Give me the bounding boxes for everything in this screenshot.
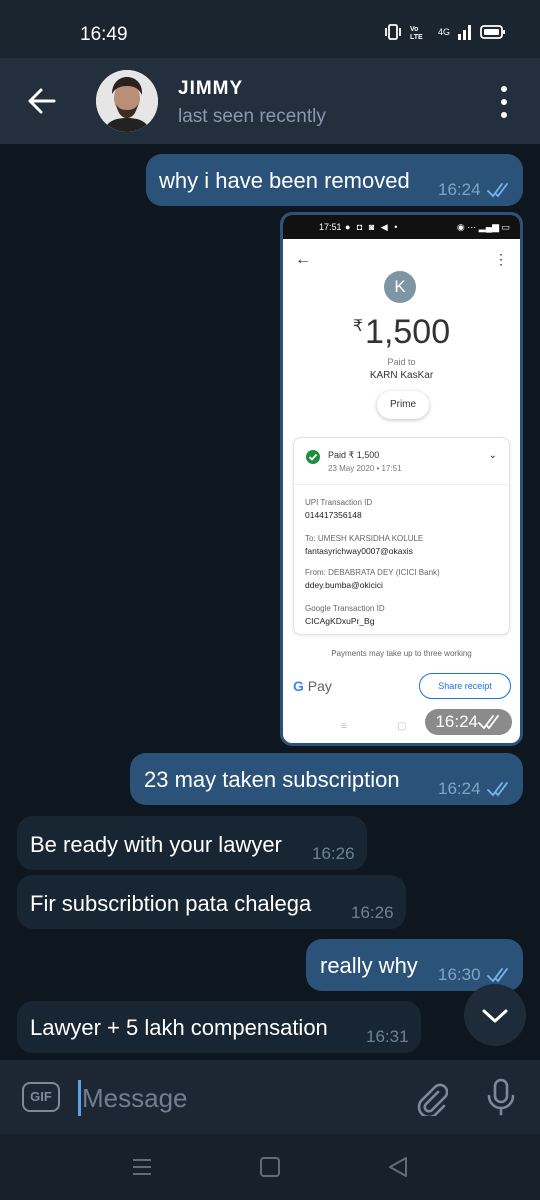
photo-time: 16:24 — [425, 709, 512, 735]
detail-key: Google Transaction ID — [305, 604, 385, 613]
voice-message-button[interactable] — [486, 1078, 516, 1116]
gpay-logo: G Pay — [293, 678, 332, 694]
avatar-image — [96, 70, 158, 132]
svg-text:Vo: Vo — [410, 26, 418, 33]
message-text: Be ready with your lawyer — [30, 832, 282, 857]
photo-message[interactable]: 17:51 ● ◘ ◙ ◀ • ◉ ⋯ ▂▄▆ ▭ ← ⋮ K ₹1,500 P… — [280, 212, 523, 746]
paperclip-icon — [417, 1083, 449, 1119]
transaction-card: Paid ₹ 1,500 23 May 2020 • 17:51 ⌄ UPI T… — [293, 437, 510, 635]
payment-amount: ₹1,500 — [283, 313, 520, 352]
message-composer: GIF — [0, 1060, 540, 1134]
signal-icon — [458, 25, 471, 40]
paid-to-label: Paid to — [387, 357, 416, 367]
dot-icon — [501, 86, 507, 92]
avatar[interactable] — [96, 70, 158, 132]
nav-home-button[interactable] — [258, 1156, 282, 1178]
detail-value: CICAgKDxuPr_Bg — [305, 616, 375, 626]
gpay-pay: Pay — [307, 678, 332, 694]
message-time: 16:24 — [438, 779, 481, 798]
detail-key: To: UMESH KARSIDHA KOLULE — [305, 534, 424, 543]
attach-button[interactable] — [414, 1080, 449, 1119]
status-icons: Vo LTE 4G — [384, 24, 506, 40]
svg-text:LTE: LTE — [410, 34, 423, 40]
payment-screenshot: 17:51 ● ◘ ◙ ◀ • ◉ ⋯ ▂▄▆ ▭ ← ⋮ K ₹1,500 P… — [283, 215, 520, 743]
screenshot-back-icon: ← — [295, 251, 311, 268]
detail-value: fantasyrichway0007@okaxis — [305, 546, 413, 556]
payment-date: 23 May 2020 • 17:51 — [328, 464, 402, 473]
screenshot-more-icon: ⋮ — [494, 251, 508, 267]
share-receipt-button: Share receipt — [419, 673, 511, 699]
network-label: 4G — [437, 27, 450, 37]
message-bubble[interactable]: Be ready with your lawyer 16:26 — [17, 816, 367, 870]
status-bar: 16:49 Vo LTE 4G — [0, 0, 540, 58]
chevron-down-icon — [482, 1009, 508, 1023]
arrow-left-icon — [28, 88, 56, 114]
message-time: 16:24 — [438, 180, 481, 199]
message-time: 16:30 — [438, 965, 481, 984]
message-time: 16:26 — [351, 903, 394, 922]
message-time: 16:24 — [435, 712, 478, 731]
detail-value: 014417356148 — [305, 510, 362, 520]
amount-value: 1,500 — [365, 313, 451, 351]
prime-chip: Prime — [377, 391, 429, 419]
more-options-button[interactable] — [498, 86, 510, 118]
message-bubble[interactable]: Lawyer + 5 lakh compensation 16:31 — [17, 1001, 421, 1053]
payee-avatar: K — [384, 271, 416, 303]
paid-line: Paid ₹ 1,500 — [328, 450, 380, 460]
payment-note: Payments may take up to three working — [331, 649, 472, 658]
gif-button[interactable]: GIF — [22, 1082, 60, 1112]
gpay-g: G — [293, 678, 304, 694]
status-time: 16:49 — [80, 24, 128, 45]
nav-recents-button[interactable] — [130, 1156, 154, 1178]
message-time: 16:26 — [312, 844, 355, 863]
screenshot-status-icons: ◉ ⋯ ▂▄▆ ▭ — [456, 222, 510, 232]
chat-header: JIMMY last seen recently — [0, 58, 540, 144]
nav-back-button[interactable] — [386, 1156, 410, 1178]
double-check-icon — [487, 968, 508, 983]
battery-icon — [480, 25, 505, 39]
detail-value: ddey.bumba@okicici — [305, 580, 383, 590]
screenshot-nav-menu-icon: ≡ — [341, 721, 347, 732]
message-bubble[interactable]: Fir subscribtion pata chalega 16:26 — [17, 875, 406, 929]
notification-icons: ● ◘ ◙ ◀ • — [345, 222, 400, 232]
message-bubble[interactable]: why i have been removed 16:24 — [146, 154, 523, 206]
detail-key: UPI Transaction ID — [305, 498, 373, 507]
vibrate-icon — [385, 24, 401, 40]
message-text: Fir subscribtion pata chalega — [30, 891, 312, 916]
double-check-icon — [487, 183, 508, 198]
message-text: 23 may taken subscription — [144, 767, 400, 792]
message-text: why i have been removed — [159, 168, 410, 193]
text-cursor — [78, 1080, 81, 1116]
contact-name: JIMMY — [178, 78, 244, 99]
chevron-down-icon: ⌄ — [488, 450, 497, 461]
contact-status: last seen recently — [178, 106, 326, 127]
volte-icon: VoLTE — [410, 26, 423, 40]
double-check-icon — [487, 782, 508, 797]
screenshot-status-time: 17:51 — [319, 222, 342, 232]
message-text: Lawyer + 5 lakh compensation — [30, 1015, 328, 1040]
screenshot-status-bar: 17:51 ● ◘ ◙ ◀ • ◉ ⋯ ▂▄▆ ▭ — [283, 215, 520, 239]
double-check-icon — [478, 715, 499, 730]
payee-name: KARN KasKar — [369, 370, 434, 381]
detail-key: From: DEBABRATA DEY (ICICI Bank) — [305, 568, 440, 577]
menu-icon — [133, 1159, 151, 1175]
triangle-back-icon — [389, 1157, 407, 1177]
message-text: really why — [320, 953, 418, 978]
success-check-icon — [306, 450, 320, 464]
scroll-to-bottom-button[interactable] — [464, 984, 526, 1046]
back-button[interactable] — [26, 86, 58, 116]
dot-icon — [501, 112, 507, 118]
screenshot-nav-home-icon: ▢ — [397, 721, 407, 732]
dot-icon — [501, 99, 507, 105]
square-icon — [260, 1157, 280, 1177]
microphone-icon — [487, 1078, 515, 1116]
currency-symbol: ₹ — [352, 318, 364, 335]
message-time: 16:31 — [366, 1027, 409, 1046]
message-list[interactable]: why i have been removed 16:24 17:51 ● ◘ … — [0, 144, 540, 1060]
message-bubble[interactable]: 23 may taken subscription 16:24 — [130, 753, 523, 805]
system-navigation-bar — [0, 1134, 540, 1200]
message-input[interactable] — [82, 1078, 382, 1118]
divider — [294, 484, 509, 485]
